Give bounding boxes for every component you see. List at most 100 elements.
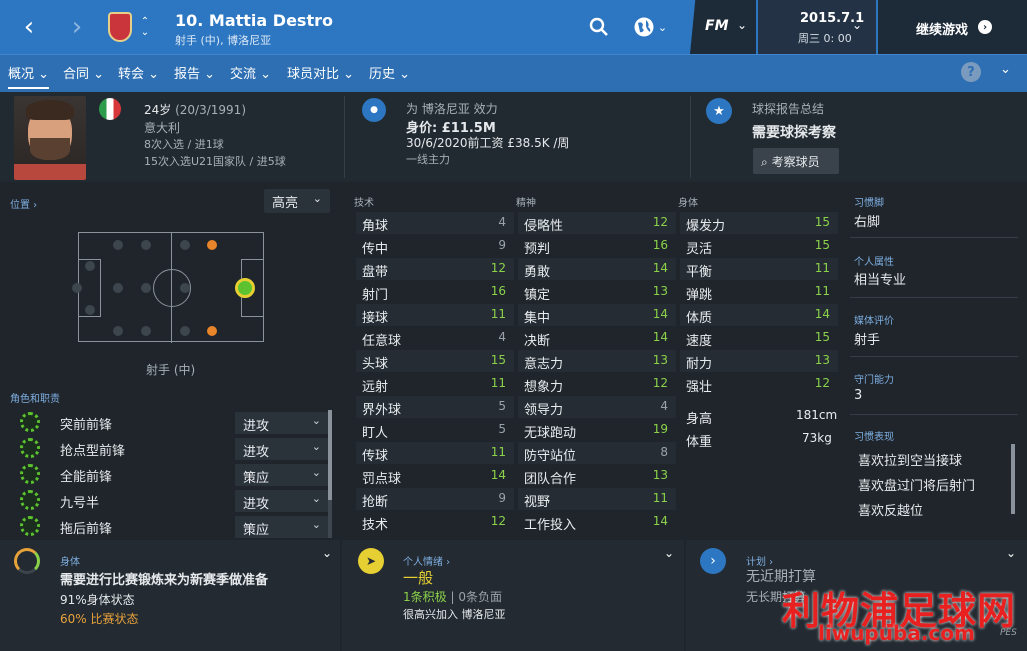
globe-icon[interactable]: ⌄: [630, 14, 670, 40]
morale-counts: 1条积极 | 0条负面: [403, 590, 502, 604]
club: 为 博洛尼亚 效力: [406, 102, 498, 116]
attr-value: 16: [490, 284, 506, 298]
attr-name: 界外球: [362, 403, 402, 418]
attr-value: 14: [652, 330, 668, 344]
attr-name: 传球: [362, 449, 389, 464]
pos-alt-dot: [207, 240, 217, 250]
date-chevron-icon[interactable]: ⌄: [852, 18, 862, 32]
attr-name: 平衡: [686, 265, 713, 280]
player-name: 10. Mattia Destro: [175, 11, 333, 30]
fitness-title: 需要进行比赛锻炼来为新赛季做准备: [60, 573, 269, 588]
attr-value: 4: [498, 330, 506, 344]
role-name: 九号半: [60, 496, 100, 511]
pos-slot: [113, 283, 123, 293]
attr-name: 罚点球: [362, 472, 402, 487]
scout-button[interactable]: ⌕ 考察球员: [753, 148, 839, 174]
role-row[interactable]: 拖后前锋 策应 ⌄: [10, 516, 329, 540]
attr-value: 8: [660, 445, 668, 459]
player-switch-icon[interactable]: ⌃ ⌄: [138, 12, 152, 42]
tab-transfer[interactable]: 转会 ⌄: [118, 63, 159, 82]
tab-interaction[interactable]: 交流 ⌄: [230, 63, 271, 82]
watermark-tag: PES: [1000, 628, 1017, 638]
attr-name: 耐力: [686, 357, 713, 372]
morale-label[interactable]: 个人情绪 ›: [403, 553, 450, 568]
attr-value: 12: [652, 376, 668, 390]
role-row[interactable]: 突前前锋 进攻 ⌄: [10, 412, 329, 436]
attr-value: 15: [814, 215, 830, 229]
trait-item: 喜欢拉到空当接球: [858, 454, 963, 469]
pos-slot: [141, 240, 151, 250]
attr-name: 预判: [524, 242, 551, 257]
fm-chevron-icon[interactable]: ⌄: [737, 18, 747, 32]
attr-value: 5: [498, 399, 506, 413]
role-rating-icon: [20, 438, 40, 458]
forward-icon[interactable]: ›: [62, 12, 92, 42]
role-duty-select[interactable]: 进攻 ⌄: [235, 490, 329, 512]
pos-slot: [180, 283, 190, 293]
pos-slot: [113, 326, 123, 336]
attr-name: 勇敢: [524, 265, 551, 280]
roles-scrollbar[interactable]: [328, 410, 332, 538]
attr-value: 9: [498, 238, 506, 252]
tab-contract[interactable]: 合同 ⌄: [63, 63, 104, 82]
role-rating-icon: [20, 516, 40, 536]
tab-compare[interactable]: 球员对比 ⌄: [287, 63, 354, 82]
watermark-url: liwupuba.com: [818, 621, 975, 645]
search-icon[interactable]: [586, 14, 612, 40]
pos-alt-dot: [207, 326, 217, 336]
attr-name: 防守站位: [524, 449, 577, 464]
view-select[interactable]: 高亮 ⌄: [264, 189, 330, 213]
height-label: 身高: [686, 412, 713, 427]
attr-value: 11: [490, 445, 506, 459]
more-icon[interactable]: ⌄: [1000, 62, 1011, 77]
continue-label: 继续游戏: [916, 23, 969, 38]
attr-name: 任意球: [362, 334, 402, 349]
attr-value: 15: [814, 238, 830, 252]
attr-value: 13: [652, 284, 668, 298]
morale-chevron-icon[interactable]: ⌄: [664, 546, 674, 560]
fitness-chevron-icon[interactable]: ⌄: [322, 546, 332, 560]
tab-overview[interactable]: 概况 ⌄: [8, 63, 50, 89]
attr-name: 领导力: [524, 403, 564, 418]
plan-chevron-icon[interactable]: ⌄: [1006, 546, 1016, 560]
continue-arrow-icon[interactable]: ›: [978, 20, 992, 34]
physical-label: 身体: [678, 198, 698, 209]
attr-name: 想象力: [524, 380, 564, 395]
attr-value: 4: [660, 399, 668, 413]
club-icon: ●: [362, 98, 386, 122]
attr-name: 工作投入: [524, 518, 577, 533]
role-duty-select[interactable]: 策应 ⌄: [235, 464, 329, 486]
attr-value: 14: [652, 261, 668, 275]
role-row[interactable]: 抢点型前锋 进攻 ⌄: [10, 438, 329, 462]
role-duty-select[interactable]: 进攻 ⌄: [235, 412, 329, 434]
tab-history[interactable]: 历史 ⌄: [369, 63, 410, 82]
morale-note: 很高兴加入 博洛尼亚: [403, 608, 506, 621]
attr-value: 12: [652, 215, 668, 229]
attr-name: 射门: [362, 288, 389, 303]
fm-logo[interactable]: FM: [705, 18, 729, 34]
role-row[interactable]: 全能前锋 策应 ⌄: [10, 464, 329, 488]
position-link[interactable]: 位置 ›: [10, 196, 37, 211]
tab-reports[interactable]: 报告 ⌄: [174, 63, 215, 82]
height-value: 181cm: [796, 408, 838, 422]
attr-value: 15: [490, 353, 506, 367]
role-duty-select[interactable]: 进攻 ⌄: [235, 438, 329, 460]
back-icon[interactable]: ‹: [14, 12, 44, 42]
traits-scrollbar[interactable]: [1011, 444, 1015, 514]
attr-value: 16: [652, 238, 668, 252]
attr-name: 爆发力: [686, 219, 726, 234]
attr-name: 盘带: [362, 265, 389, 280]
contract: 30/6/2020前工资 £38.5K /周: [406, 136, 570, 150]
scout-need: 需要球探考察: [752, 125, 836, 141]
position-name: 射手 (中): [146, 363, 196, 377]
help-icon[interactable]: ?: [961, 62, 981, 82]
attr-name: 无球跑动: [524, 426, 577, 441]
attr-name: 灵活: [686, 242, 713, 257]
attr-value: 15: [814, 330, 830, 344]
attr-name: 决断: [524, 334, 551, 349]
traits-label: 习惯表现: [854, 432, 894, 443]
role-duty-select[interactable]: 策应 ⌄: [235, 516, 329, 538]
pos-slot: [85, 261, 95, 271]
role-row[interactable]: 九号半 进攻 ⌄: [10, 490, 329, 514]
attr-name: 盯人: [362, 426, 389, 441]
